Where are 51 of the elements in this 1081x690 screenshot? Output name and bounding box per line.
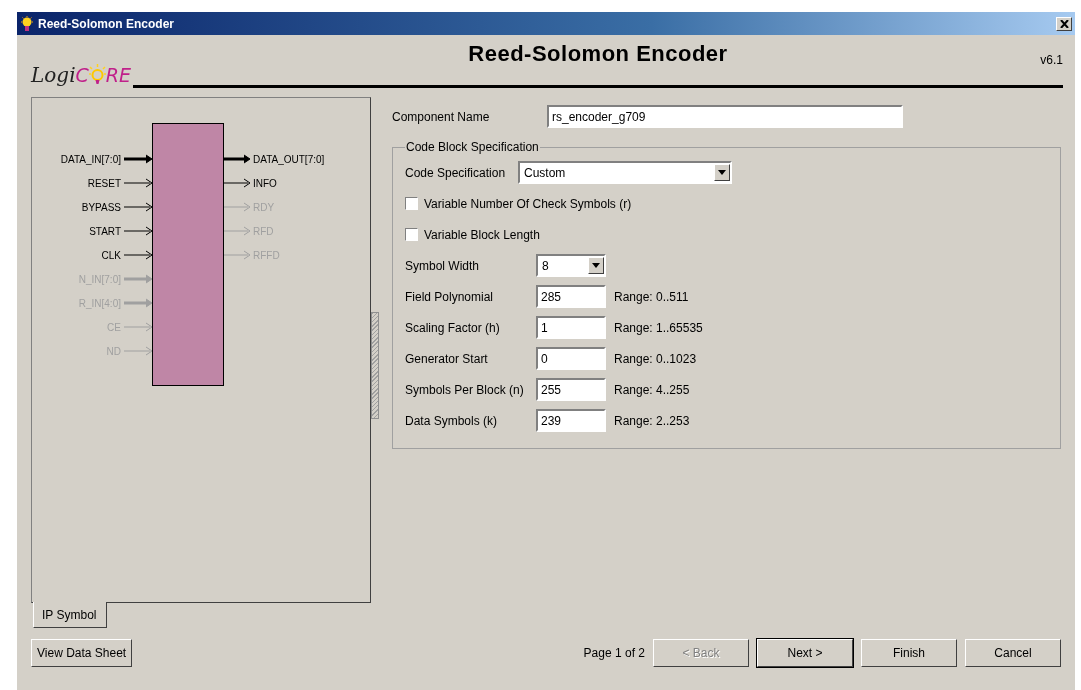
field-label: Field Polynomial xyxy=(405,289,495,304)
checkbox-label: Variable Block Length xyxy=(424,227,540,242)
version-label: v6.1 xyxy=(1040,53,1063,67)
pin-label: RESET xyxy=(87,178,121,189)
range-text: Range: 2..253 xyxy=(614,413,690,428)
logo-text: Logi xyxy=(31,63,76,87)
wizard-button[interactable]: Finish xyxy=(861,639,957,667)
page-title: Reed-Solomon Encoder xyxy=(468,41,728,67)
view-data-sheet-button[interactable]: View Data Sheet xyxy=(31,639,133,667)
input-field[interactable]: 1 xyxy=(536,316,606,339)
pin-label: INFO xyxy=(253,178,277,189)
range-text: Range: 0..511 xyxy=(614,289,689,304)
field-label: Scaling Factor (h) xyxy=(405,320,501,335)
wizard-button[interactable]: Cancel xyxy=(965,639,1061,667)
pin-label: DATA_IN[7:0] xyxy=(60,154,121,165)
checkbox[interactable] xyxy=(405,228,418,241)
dropdown[interactable]: Custom xyxy=(518,161,732,184)
close-button[interactable] xyxy=(1056,16,1072,31)
field-label: Data Symbols (k) xyxy=(405,413,499,428)
logo-text: C xyxy=(75,64,89,86)
range-text: Range: 1..65535 xyxy=(614,320,703,335)
checkbox-label: Variable Number Of Check Symbols (r) xyxy=(424,196,632,211)
pin-label: CLK xyxy=(101,250,121,261)
page-indicator: Page 1 of 2 xyxy=(583,646,645,660)
input-field[interactable]: 239 xyxy=(536,409,606,432)
group-title: Code Block Specification xyxy=(405,140,540,154)
field-label: Symbols Per Block (n) xyxy=(405,382,525,397)
input-field[interactable]: 0 xyxy=(536,347,606,370)
close-icon xyxy=(1059,19,1069,28)
caret-icon xyxy=(592,263,600,268)
range-text: Range: 0..1023 xyxy=(614,351,697,366)
field-label: Symbol Width xyxy=(405,258,481,273)
splitter-handle[interactable] xyxy=(371,312,379,419)
input-field[interactable]: rs_encoder_g709 xyxy=(547,105,903,128)
logo-text: RE xyxy=(105,64,132,86)
range-text: Range: 4..255 xyxy=(614,382,690,397)
dropdown[interactable]: 8 xyxy=(536,254,606,277)
checkbox[interactable] xyxy=(405,197,418,210)
tab[interactable]: IP Symbol xyxy=(33,602,108,628)
wizard-button[interactable]: Next > xyxy=(757,639,853,667)
caret-icon xyxy=(718,170,726,175)
pin-label: START xyxy=(89,226,121,237)
field-label: Component Name xyxy=(392,109,491,124)
input-field[interactable]: 255 xyxy=(536,378,606,401)
lightbulb-icon xyxy=(20,15,34,32)
field-label: Generator Start xyxy=(405,351,489,366)
pin-label: BYPASS xyxy=(81,202,121,213)
pin-label: DATA_OUT[7:0] xyxy=(253,154,325,165)
window-title: Reed-Solomon Encoder xyxy=(38,16,175,31)
lightbulb-icon xyxy=(88,64,106,86)
input-field[interactable]: 285 xyxy=(536,285,606,308)
